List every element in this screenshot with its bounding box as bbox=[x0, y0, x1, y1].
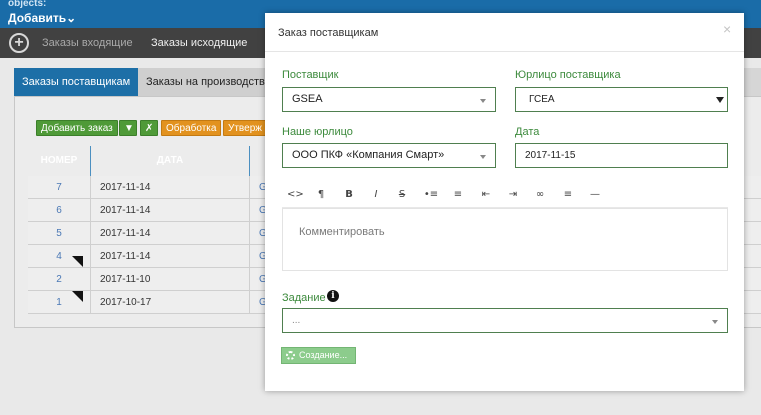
row-date: 2017-11-14 bbox=[91, 245, 250, 268]
code-view-icon[interactable]: <> bbox=[287, 181, 304, 208]
task-select[interactable]: ... bbox=[282, 308, 728, 333]
date-value: 2017-11-15 bbox=[525, 150, 576, 161]
comment-editor[interactable]: Комментировать bbox=[282, 208, 728, 271]
date-label: Дата bbox=[515, 126, 540, 138]
comment-placeholder: Комментировать bbox=[299, 226, 385, 238]
row-flag-icon bbox=[72, 291, 83, 302]
nav-incoming-orders[interactable]: Заказы входящие bbox=[42, 37, 133, 49]
indent-icon[interactable]: ⇥ bbox=[505, 181, 521, 208]
row-number[interactable]: 6 bbox=[28, 199, 91, 222]
chevron-down-icon bbox=[480, 155, 486, 159]
our-legal-label: Наше юрлицо bbox=[282, 126, 353, 138]
row-date: 2017-11-10 bbox=[91, 268, 250, 291]
row-date: 2017-11-14 bbox=[91, 222, 250, 245]
filter-icon: ▼ bbox=[124, 123, 134, 134]
supplier-legal-value: ГСЕА bbox=[529, 94, 555, 105]
align-left-icon[interactable]: ≡ bbox=[560, 181, 576, 208]
supplier-legal-select[interactable]: ГСЕА bbox=[515, 87, 728, 112]
row-number[interactable]: 5 bbox=[28, 222, 91, 245]
add-dropdown[interactable]: Добавить⌄ bbox=[8, 11, 76, 25]
outdent-icon[interactable]: ⇤ bbox=[478, 181, 494, 208]
filter-clear-icon: ✗ bbox=[145, 123, 154, 134]
create-button[interactable]: Создание... bbox=[281, 347, 356, 364]
our-legal-value: ООО ПКФ «Компания Смарт» bbox=[292, 149, 445, 161]
nav-outgoing-orders[interactable]: Заказы исходящие bbox=[151, 37, 247, 49]
bullet-list-icon[interactable]: •≡ bbox=[423, 181, 439, 208]
column-header-number[interactable]: НОМЕР bbox=[28, 146, 91, 176]
task-value: ... bbox=[292, 315, 301, 326]
bold-icon[interactable]: B bbox=[341, 181, 357, 208]
add-order-button[interactable]: Добавить заказ bbox=[36, 120, 118, 136]
tab-production-orders[interactable]: Заказы на производство bbox=[138, 68, 278, 96]
our-legal-select[interactable]: ООО ПКФ «Компания Смарт» bbox=[282, 143, 496, 168]
row-date: 2017-10-17 bbox=[91, 291, 250, 314]
chevron-down-icon: ⌄ bbox=[66, 11, 77, 25]
date-input[interactable]: 2017-11-15 bbox=[515, 143, 728, 168]
chevron-down-icon bbox=[480, 99, 486, 103]
objects-label: objects: bbox=[8, 0, 47, 9]
italic-icon[interactable]: I bbox=[368, 181, 384, 208]
task-label: Задание bbox=[282, 292, 326, 304]
strikethrough-icon[interactable]: S bbox=[394, 181, 410, 208]
paragraph-icon[interactable]: ¶ bbox=[313, 181, 329, 208]
spinner-icon bbox=[286, 351, 295, 360]
approve-button[interactable]: Утверж bbox=[223, 120, 267, 136]
row-date: 2017-11-14 bbox=[91, 176, 250, 199]
column-header-date[interactable]: ДАТА bbox=[91, 146, 250, 176]
modal-title: Заказ поставщикам bbox=[278, 27, 379, 39]
supplier-value: GSEA bbox=[292, 93, 323, 105]
link-icon[interactable]: ∞ bbox=[532, 181, 548, 208]
supplier-select[interactable]: GSEA bbox=[282, 87, 496, 112]
clear-filter-button[interactable]: ✗ bbox=[140, 120, 158, 136]
numbered-list-icon[interactable]: ≡ bbox=[450, 181, 466, 208]
editor-toolbar: <> ¶ B I S •≡ ≡ ⇤ ⇥ ∞ ≡ — bbox=[282, 181, 728, 208]
processing-button[interactable]: Обработка bbox=[161, 120, 222, 136]
tab-supplier-orders[interactable]: Заказы поставщикам bbox=[14, 68, 139, 96]
close-icon[interactable]: × bbox=[723, 21, 731, 37]
row-flag-icon bbox=[72, 256, 83, 267]
supplier-order-modal: Заказ поставщикам × Поставщик GSEA Юрлиц… bbox=[265, 13, 744, 391]
info-icon[interactable]: i bbox=[327, 290, 339, 302]
filter-button[interactable]: ▼ bbox=[119, 120, 137, 136]
row-number[interactable]: 2 bbox=[28, 268, 91, 291]
modal-header: Заказ поставщикам × bbox=[265, 13, 744, 52]
chevron-down-icon bbox=[712, 320, 718, 324]
caret-down-icon bbox=[716, 97, 724, 103]
row-number[interactable]: 7 bbox=[28, 176, 91, 199]
horizontal-rule-icon[interactable]: — bbox=[587, 181, 603, 208]
add-circle-icon[interactable]: + bbox=[9, 33, 29, 53]
supplier-legal-label: Юрлицо поставщика bbox=[515, 69, 621, 81]
row-date: 2017-11-14 bbox=[91, 199, 250, 222]
create-button-label: Создание... bbox=[299, 350, 348, 360]
supplier-label: Поставщик bbox=[282, 69, 339, 81]
